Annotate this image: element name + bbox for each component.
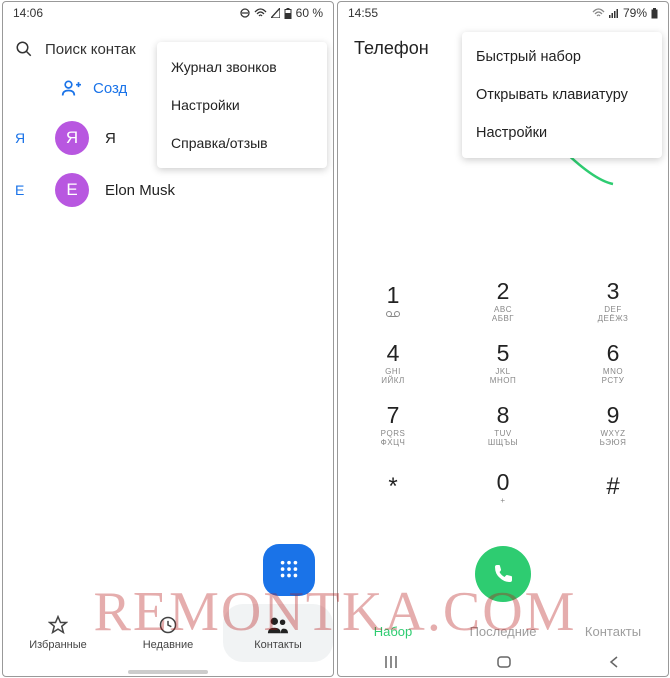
key-2[interactable]: 2ABC АБВГ (448, 270, 558, 332)
phone-left-screenshot: 14:06 60 % Поиск контак Созд Я Я Я E E (2, 1, 334, 677)
key-5[interactable]: 5JKL МНОП (448, 332, 558, 394)
tab-favorites[interactable]: Избранные (3, 604, 113, 662)
bottom-nav: Набор Последние Контакты (338, 616, 668, 646)
menu-item-settings[interactable]: Настройки (462, 114, 662, 152)
status-icons: 60 % (240, 6, 323, 20)
section-letter: E (15, 182, 33, 198)
avatar: E (55, 173, 89, 207)
menu-item-help[interactable]: Справка/отзыв (157, 124, 327, 162)
contact-row[interactable]: E E Elon Musk (3, 164, 333, 216)
menu-item-open-keyboard[interactable]: Открывать клавиатуру (462, 76, 662, 114)
key-hash[interactable]: # (558, 456, 668, 518)
dialpad-fab[interactable] (263, 544, 315, 596)
dialpad-icon (278, 559, 300, 581)
menu-item-call-log[interactable]: Журнал звонков (157, 48, 327, 86)
section-letter: Я (15, 130, 33, 146)
star-icon (48, 615, 68, 635)
dnd-icon (240, 8, 250, 18)
overflow-menu-left: Журнал звонков Настройки Справка/отзыв (157, 42, 327, 168)
clock-icon (158, 615, 178, 635)
dialpad: 1 2ABC АБВГ 3DEF ДЕЁЖЗ 4GHI ИЙКЛ 5JKL МН… (338, 270, 668, 518)
search-icon (15, 40, 33, 58)
tab-recent[interactable]: Последние (448, 624, 558, 639)
search-placeholder: Поиск контак (45, 41, 136, 58)
call-button[interactable] (475, 546, 531, 602)
status-time: 14:06 (13, 6, 43, 20)
signal-icon (271, 8, 280, 18)
key-0[interactable]: 0+ (448, 456, 558, 518)
key-7[interactable]: 7PQRS ФХЦЧ (338, 394, 448, 456)
signal-icon (609, 8, 619, 18)
people-icon (267, 615, 289, 635)
back-icon[interactable] (607, 655, 621, 669)
avatar: Я (55, 121, 89, 155)
phone-icon (491, 562, 515, 586)
key-9[interactable]: 9WXYZ ЬЭЮЯ (558, 394, 668, 456)
voicemail-icon (386, 310, 400, 321)
bottom-nav: Избранные Недавние Контакты (3, 604, 333, 662)
menu-item-settings[interactable]: Настройки (157, 86, 327, 124)
battery-icon (284, 8, 292, 19)
phone-right-screenshot: 14:55 79% Телефон Быстрый набор Открыват… (337, 1, 669, 677)
contact-name: Elon Musk (105, 182, 175, 199)
battery-percent: 60 % (296, 6, 323, 20)
key-8[interactable]: 8TUV ШЩЪЫ (448, 394, 558, 456)
battery-icon (651, 8, 658, 19)
nav-handle (128, 670, 208, 674)
status-bar: 14:06 60 % (3, 2, 333, 24)
wifi-icon (254, 8, 267, 18)
add-person-icon (61, 78, 81, 98)
home-icon[interactable] (496, 655, 512, 669)
status-bar: 14:55 79% (338, 2, 668, 24)
tab-recent[interactable]: Недавние (113, 604, 223, 662)
create-label: Созд (93, 80, 127, 97)
contact-name: Я (105, 130, 116, 147)
overflow-menu-right: Быстрый набор Открывать клавиатуру Настр… (462, 32, 662, 158)
tab-contacts[interactable]: Контакты (558, 624, 668, 639)
battery-percent: 79% (623, 6, 647, 20)
menu-item-speed-dial[interactable]: Быстрый набор (462, 38, 662, 76)
status-icons: 79% (592, 6, 658, 20)
status-time: 14:55 (348, 6, 378, 20)
android-nav-bar (338, 651, 668, 673)
key-6[interactable]: 6MNO РСТУ (558, 332, 668, 394)
key-4[interactable]: 4GHI ИЙКЛ (338, 332, 448, 394)
wifi-icon (592, 8, 605, 18)
key-star[interactable]: * (338, 456, 448, 518)
key-3[interactable]: 3DEF ДЕЁЖЗ (558, 270, 668, 332)
tab-dial[interactable]: Набор (338, 624, 448, 639)
recents-icon[interactable] (385, 655, 401, 669)
key-1[interactable]: 1 (338, 270, 448, 332)
tab-contacts[interactable]: Контакты (223, 604, 333, 662)
